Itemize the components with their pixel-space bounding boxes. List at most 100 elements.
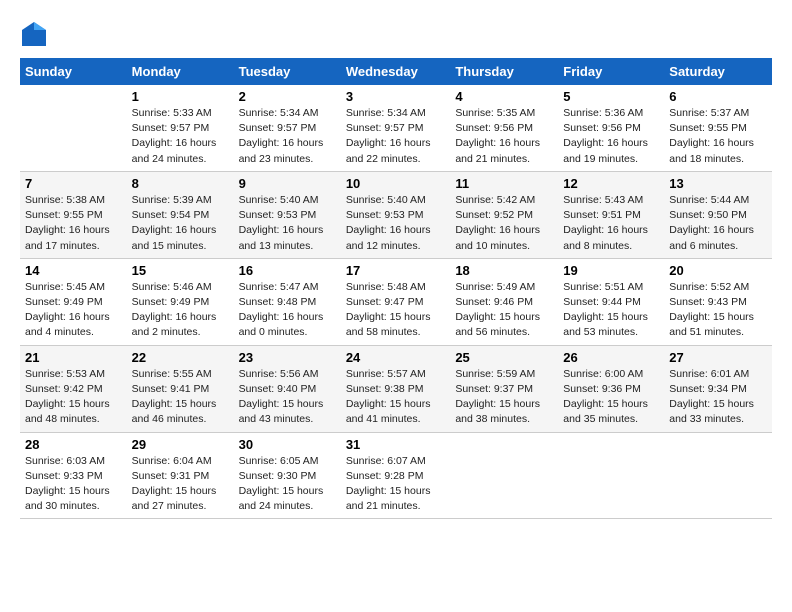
day-number: 12 bbox=[563, 176, 659, 191]
page-header bbox=[20, 20, 772, 48]
day-info: Sunrise: 6:05 AM Sunset: 9:30 PM Dayligh… bbox=[239, 454, 336, 515]
calendar-cell: 9 Sunrise: 5:40 AM Sunset: 9:53 PM Daylig… bbox=[234, 171, 341, 258]
calendar-cell: 19Sunrise: 5:51 AM Sunset: 9:44 PM Dayli… bbox=[558, 258, 664, 345]
calendar-cell: 4 Sunrise: 5:35 AM Sunset: 9:56 PM Daylig… bbox=[450, 85, 558, 171]
calendar-body: 1 Sunrise: 5:33 AM Sunset: 9:57 PM Daylig… bbox=[20, 85, 772, 519]
calendar-cell: 20Sunrise: 5:52 AM Sunset: 9:43 PM Dayli… bbox=[664, 258, 772, 345]
day-info: Sunrise: 5:35 AM Sunset: 9:56 PM Dayligh… bbox=[455, 106, 553, 167]
weekday-header: Saturday bbox=[664, 58, 772, 85]
calendar-cell: 10 Sunrise: 5:40 AM Sunset: 9:53 PM Dayli… bbox=[341, 171, 451, 258]
day-number: 3 bbox=[346, 89, 446, 104]
day-info: Sunrise: 5:56 AM Sunset: 9:40 PM Dayligh… bbox=[239, 367, 336, 428]
day-number: 1 bbox=[132, 89, 229, 104]
day-number: 4 bbox=[455, 89, 553, 104]
day-info: Sunrise: 5:44 AM Sunset: 9:50 PM Dayligh… bbox=[669, 193, 767, 254]
calendar-cell: 28 Sunrise: 6:03 AM Sunset: 9:33 PM Dayli… bbox=[20, 432, 127, 519]
day-number: 13 bbox=[669, 176, 767, 191]
calendar-cell: 30 Sunrise: 6:05 AM Sunset: 9:30 PM Dayli… bbox=[234, 432, 341, 519]
day-number: 27 bbox=[669, 350, 767, 365]
day-info: Sunrise: 6:04 AM Sunset: 9:31 PM Dayligh… bbox=[132, 454, 229, 515]
day-info: Sunrise: 5:47 AM Sunset: 9:48 PM Dayligh… bbox=[239, 280, 336, 341]
day-number: 23 bbox=[239, 350, 336, 365]
day-number: 21 bbox=[25, 350, 122, 365]
day-info: Sunrise: 5:39 AM Sunset: 9:54 PM Dayligh… bbox=[132, 193, 229, 254]
day-info: Sunrise: 6:00 AM Sunset: 9:36 PM Dayligh… bbox=[563, 367, 659, 428]
calendar-cell bbox=[664, 432, 772, 519]
day-info: Sunrise: 5:46 AM Sunset: 9:49 PM Dayligh… bbox=[132, 280, 229, 341]
weekday-header: Wednesday bbox=[341, 58, 451, 85]
day-info: Sunrise: 5:33 AM Sunset: 9:57 PM Dayligh… bbox=[132, 106, 229, 167]
weekday-header: Friday bbox=[558, 58, 664, 85]
calendar-cell: 24Sunrise: 5:57 AM Sunset: 9:38 PM Dayli… bbox=[341, 345, 451, 432]
weekday-header: Tuesday bbox=[234, 58, 341, 85]
calendar-cell bbox=[450, 432, 558, 519]
day-number: 8 bbox=[132, 176, 229, 191]
calendar-cell: 2 Sunrise: 5:34 AM Sunset: 9:57 PM Daylig… bbox=[234, 85, 341, 171]
weekday-header: Thursday bbox=[450, 58, 558, 85]
calendar-cell bbox=[558, 432, 664, 519]
day-info: Sunrise: 5:34 AM Sunset: 9:57 PM Dayligh… bbox=[346, 106, 446, 167]
day-info: Sunrise: 6:07 AM Sunset: 9:28 PM Dayligh… bbox=[346, 454, 446, 515]
calendar-header: SundayMondayTuesdayWednesdayThursdayFrid… bbox=[20, 58, 772, 85]
day-info: Sunrise: 5:48 AM Sunset: 9:47 PM Dayligh… bbox=[346, 280, 446, 341]
day-number: 7 bbox=[25, 176, 122, 191]
day-info: Sunrise: 5:42 AM Sunset: 9:52 PM Dayligh… bbox=[455, 193, 553, 254]
calendar-cell: 22 Sunrise: 5:55 AM Sunset: 9:41 PM Dayli… bbox=[127, 345, 234, 432]
day-info: Sunrise: 6:03 AM Sunset: 9:33 PM Dayligh… bbox=[25, 454, 122, 515]
logo-icon bbox=[20, 20, 48, 48]
day-info: Sunrise: 5:45 AM Sunset: 9:49 PM Dayligh… bbox=[25, 280, 122, 341]
day-info: Sunrise: 6:01 AM Sunset: 9:34 PM Dayligh… bbox=[669, 367, 767, 428]
calendar-cell bbox=[20, 85, 127, 171]
calendar-cell: 18 Sunrise: 5:49 AM Sunset: 9:46 PM Dayli… bbox=[450, 258, 558, 345]
day-info: Sunrise: 5:55 AM Sunset: 9:41 PM Dayligh… bbox=[132, 367, 229, 428]
calendar-week-row: 1 Sunrise: 5:33 AM Sunset: 9:57 PM Daylig… bbox=[20, 85, 772, 171]
day-number: 17 bbox=[346, 263, 446, 278]
calendar-cell: 13 Sunrise: 5:44 AM Sunset: 9:50 PM Dayli… bbox=[664, 171, 772, 258]
day-number: 2 bbox=[239, 89, 336, 104]
day-number: 29 bbox=[132, 437, 229, 452]
calendar-cell: 21 Sunrise: 5:53 AM Sunset: 9:42 PM Dayli… bbox=[20, 345, 127, 432]
calendar-cell: 5Sunrise: 5:36 AM Sunset: 9:56 PM Daylig… bbox=[558, 85, 664, 171]
day-number: 10 bbox=[346, 176, 446, 191]
day-number: 16 bbox=[239, 263, 336, 278]
day-number: 25 bbox=[455, 350, 553, 365]
calendar-cell: 11 Sunrise: 5:42 AM Sunset: 9:52 PM Dayli… bbox=[450, 171, 558, 258]
calendar-cell: 31 Sunrise: 6:07 AM Sunset: 9:28 PM Dayli… bbox=[341, 432, 451, 519]
day-number: 14 bbox=[25, 263, 122, 278]
day-number: 31 bbox=[346, 437, 446, 452]
day-number: 30 bbox=[239, 437, 336, 452]
logo bbox=[20, 20, 52, 48]
calendar-cell: 14 Sunrise: 5:45 AM Sunset: 9:49 PM Dayli… bbox=[20, 258, 127, 345]
day-info: Sunrise: 5:49 AM Sunset: 9:46 PM Dayligh… bbox=[455, 280, 553, 341]
day-info: Sunrise: 5:34 AM Sunset: 9:57 PM Dayligh… bbox=[239, 106, 336, 167]
calendar-cell: 16 Sunrise: 5:47 AM Sunset: 9:48 PM Dayli… bbox=[234, 258, 341, 345]
day-number: 6 bbox=[669, 89, 767, 104]
calendar-week-row: 14 Sunrise: 5:45 AM Sunset: 9:49 PM Dayli… bbox=[20, 258, 772, 345]
day-number: 11 bbox=[455, 176, 553, 191]
day-info: Sunrise: 5:59 AM Sunset: 9:37 PM Dayligh… bbox=[455, 367, 553, 428]
day-info: Sunrise: 5:40 AM Sunset: 9:53 PM Dayligh… bbox=[346, 193, 446, 254]
day-number: 22 bbox=[132, 350, 229, 365]
weekday-header: Sunday bbox=[20, 58, 127, 85]
calendar-table: SundayMondayTuesdayWednesdayThursdayFrid… bbox=[20, 58, 772, 519]
day-number: 26 bbox=[563, 350, 659, 365]
day-number: 18 bbox=[455, 263, 553, 278]
calendar-cell: 3 Sunrise: 5:34 AM Sunset: 9:57 PM Daylig… bbox=[341, 85, 451, 171]
calendar-cell: 29 Sunrise: 6:04 AM Sunset: 9:31 PM Dayli… bbox=[127, 432, 234, 519]
day-info: Sunrise: 5:40 AM Sunset: 9:53 PM Dayligh… bbox=[239, 193, 336, 254]
calendar-cell: 12Sunrise: 5:43 AM Sunset: 9:51 PM Dayli… bbox=[558, 171, 664, 258]
day-number: 28 bbox=[25, 437, 122, 452]
calendar-cell: 27 Sunrise: 6:01 AM Sunset: 9:34 PM Dayli… bbox=[664, 345, 772, 432]
day-number: 9 bbox=[239, 176, 336, 191]
calendar-week-row: 21 Sunrise: 5:53 AM Sunset: 9:42 PM Dayli… bbox=[20, 345, 772, 432]
day-number: 20 bbox=[669, 263, 767, 278]
calendar-cell: 17 Sunrise: 5:48 AM Sunset: 9:47 PM Dayli… bbox=[341, 258, 451, 345]
day-info: Sunrise: 5:51 AM Sunset: 9:44 PM Dayligh… bbox=[563, 280, 659, 341]
calendar-cell: 6 Sunrise: 5:37 AM Sunset: 9:55 PM Daylig… bbox=[664, 85, 772, 171]
day-number: 24 bbox=[346, 350, 446, 365]
header-row: SundayMondayTuesdayWednesdayThursdayFrid… bbox=[20, 58, 772, 85]
day-info: Sunrise: 5:37 AM Sunset: 9:55 PM Dayligh… bbox=[669, 106, 767, 167]
calendar-cell: 15Sunrise: 5:46 AM Sunset: 9:49 PM Dayli… bbox=[127, 258, 234, 345]
calendar-cell: 26 Sunrise: 6:00 AM Sunset: 9:36 PM Dayli… bbox=[558, 345, 664, 432]
day-info: Sunrise: 5:53 AM Sunset: 9:42 PM Dayligh… bbox=[25, 367, 122, 428]
